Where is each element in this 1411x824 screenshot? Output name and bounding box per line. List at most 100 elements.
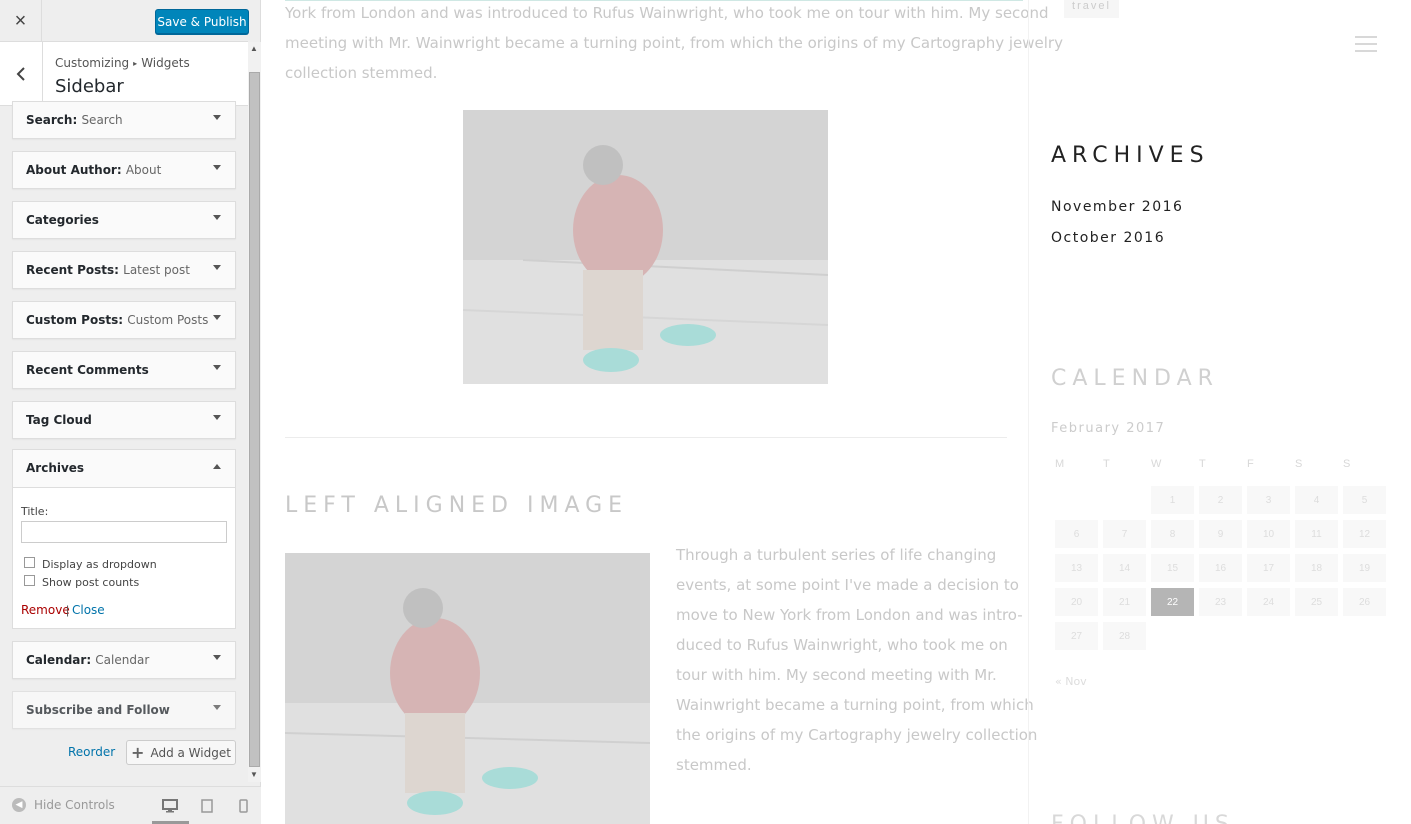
archives-widget-header[interactable]: Archives: [13, 450, 235, 488]
post-divider: [285, 437, 1007, 438]
calendar-day-cell[interactable]: 13: [1055, 554, 1098, 582]
widget-title: Tag Cloud: [26, 413, 92, 427]
hide-controls-label: Hide Controls: [34, 798, 115, 812]
widget-title-text: About Author: [26, 163, 117, 177]
calendar-day-cell[interactable]: 20: [1055, 588, 1098, 616]
archive-link-october-2016[interactable]: October 2016: [1051, 230, 1165, 246]
calendar-day-cell[interactable]: 18: [1295, 554, 1338, 582]
calendar-day-cell[interactable]: 5: [1343, 486, 1386, 514]
reorder-link[interactable]: Reorder: [68, 745, 115, 759]
calendar-day-cell[interactable]: 7: [1103, 520, 1146, 548]
chevron-down-icon[interactable]: [213, 115, 221, 120]
hide-controls-button[interactable]: ◀ Hide Controls: [12, 798, 115, 812]
chevron-down-icon[interactable]: [213, 265, 221, 270]
breadcrumb-section: Widgets: [141, 56, 190, 70]
widget-title: About Author: About: [26, 163, 161, 177]
calendar-day-header: S: [1295, 458, 1303, 470]
widget-subscribe-and-follow[interactable]: Subscribe and Follow: [12, 691, 236, 729]
archive-link-november-2016[interactable]: November 2016: [1051, 199, 1183, 215]
chevron-down-icon[interactable]: [213, 705, 221, 710]
widget-title-text: Categories: [26, 213, 99, 227]
calendar-day-cell[interactable]: 22: [1151, 588, 1194, 616]
scroll-down-arrow-icon[interactable]: ▼: [250, 770, 258, 779]
tablet-preview-icon[interactable]: [196, 795, 218, 817]
calendar-day-cell[interactable]: 2: [1199, 486, 1242, 514]
body-line: stemmed.: [676, 756, 752, 774]
widget-title-text: Subscribe and Follow: [26, 703, 170, 717]
calendar-day-cell[interactable]: 4: [1295, 486, 1338, 514]
mobile-preview-icon[interactable]: [232, 795, 254, 817]
remove-widget-link[interactable]: Remove: [21, 603, 70, 617]
widget-about-author[interactable]: About Author: About: [12, 151, 236, 189]
chevron-down-icon[interactable]: [213, 415, 221, 420]
calendar-day-cell[interactable]: 26: [1343, 588, 1386, 616]
close-customizer-button[interactable]: ×: [0, 0, 42, 42]
breadcrumb-root: Customizing: [55, 56, 130, 70]
plus-icon: +: [131, 743, 145, 762]
back-button[interactable]: [0, 42, 43, 106]
calendar-day-cell[interactable]: 24: [1247, 588, 1290, 616]
chevron-down-icon[interactable]: [213, 365, 221, 370]
desktop-preview-icon[interactable]: [159, 795, 181, 817]
calendar-day-cell[interactable]: 12: [1343, 520, 1386, 548]
preview-sidebar: travel ARCHIVES November 2016 October 20…: [1028, 0, 1411, 824]
widget-custom-posts[interactable]: Custom Posts: Custom Posts: [12, 301, 236, 339]
hamburger-menu-icon[interactable]: [1355, 36, 1377, 57]
display-dropdown-checkbox[interactable]: [24, 557, 35, 568]
customizer-panel: × Save & Publish Customizing ▸ Widgets Sid…: [0, 0, 261, 824]
calendar-day-cell[interactable]: 11: [1295, 520, 1338, 548]
calendar-day-cell[interactable]: 14: [1103, 554, 1146, 582]
calendar-day-cell[interactable]: 27: [1055, 622, 1098, 650]
widget-title-text: Recent Comments: [26, 363, 149, 377]
save-publish-button[interactable]: Save & Publish: [155, 9, 249, 34]
chevron-down-icon[interactable]: [213, 215, 221, 220]
calendar-day-cell[interactable]: 9: [1199, 520, 1242, 548]
calendar-day-cell[interactable]: 10: [1247, 520, 1290, 548]
calendar-day-cell[interactable]: 19: [1343, 554, 1386, 582]
widget-title: Calendar: Calendar: [26, 653, 149, 667]
calendar-month: February 2017: [1051, 421, 1166, 436]
calendar-day-cell[interactable]: 6: [1055, 520, 1098, 548]
widget-tag-cloud[interactable]: Tag Cloud: [12, 401, 236, 439]
widget-title: Recent Posts: Latest post: [26, 263, 190, 277]
close-widget-link[interactable]: Close: [72, 603, 105, 617]
widget-title-colon: :: [114, 263, 124, 277]
panel-scrollbar[interactable]: ▲ ▼: [248, 42, 261, 782]
chevron-up-icon[interactable]: [213, 464, 221, 469]
chevron-down-icon[interactable]: [213, 315, 221, 320]
widget-calendar[interactable]: Calendar: Calendar: [12, 641, 236, 679]
calendar-day-cell[interactable]: 16: [1199, 554, 1242, 582]
calendar-day-cell[interactable]: 3: [1247, 486, 1290, 514]
widget-recent-comments[interactable]: Recent Comments: [12, 351, 236, 389]
body-line: Wainwright became a turning point, from …: [676, 696, 1034, 714]
tag-travel[interactable]: travel: [1064, 0, 1119, 18]
chevron-down-icon[interactable]: [213, 655, 221, 660]
calendar-day-cell[interactable]: 15: [1151, 554, 1194, 582]
scroll-up-arrow-icon[interactable]: ▲: [250, 44, 258, 53]
calendar-day-cell[interactable]: 17: [1247, 554, 1290, 582]
calendar-day-cell[interactable]: 25: [1295, 588, 1338, 616]
widget-subtitle: Calendar: [95, 653, 150, 667]
widget-title-colon: :: [116, 163, 126, 177]
calendar-day-cell[interactable]: 28: [1103, 622, 1146, 650]
calendar-day-cell[interactable]: 23: [1199, 588, 1242, 616]
calendar-day-header: S: [1343, 458, 1351, 470]
chevron-down-icon[interactable]: [213, 165, 221, 170]
add-widget-button[interactable]: + Add a Widget: [126, 740, 236, 765]
widget-recent-posts[interactable]: Recent Posts: Latest post: [12, 251, 236, 289]
widget-search[interactable]: Search: Search: [12, 101, 236, 139]
calendar-day-cell[interactable]: 8: [1151, 520, 1194, 548]
widget-title: Custom Posts: Custom Posts: [26, 313, 208, 327]
link-separator: |: [66, 603, 70, 617]
calendar-day-cell[interactable]: 21: [1103, 588, 1146, 616]
calendar-day-cell[interactable]: 1: [1151, 486, 1194, 514]
body-line: Through a turbulent series of life chang…: [676, 546, 997, 564]
scroll-thumb[interactable]: [249, 72, 260, 767]
show-post-counts-checkbox[interactable]: [24, 575, 35, 586]
title-input[interactable]: [21, 521, 227, 543]
calendar-prev-link[interactable]: « Nov: [1055, 675, 1087, 688]
calendar-day-header: W: [1151, 458, 1162, 470]
calendar-heading: CALENDAR: [1051, 366, 1219, 391]
post-photo-centered: [463, 110, 828, 384]
widget-categories[interactable]: Categories: [12, 201, 236, 239]
